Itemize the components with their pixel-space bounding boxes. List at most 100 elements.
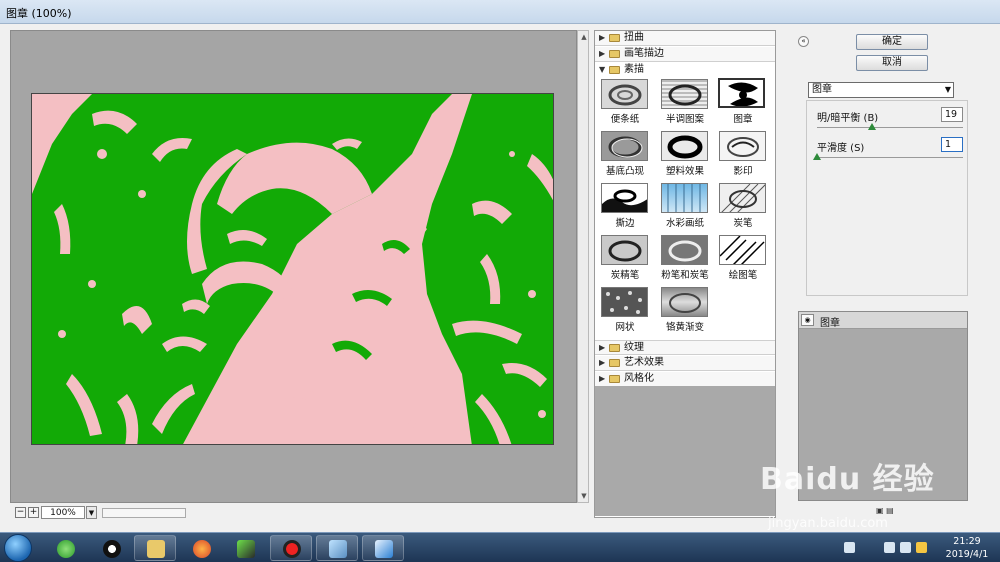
record-icon — [283, 540, 301, 558]
sketch-filter-thumbnails: 便条纸 半调图案 图章 基底凸现 塑料效果 影印 撕边 水彩画纸 炭笔 炭精笔 … — [595, 77, 775, 367]
chevron-down-icon: ▼ — [944, 85, 951, 94]
zoom-level-field[interactable]: 100% — [41, 506, 85, 519]
video-app-icon — [237, 540, 255, 558]
filter-chrome[interactable]: 铬黄渐变 — [657, 285, 713, 335]
category-stylize[interactable]: ▶ 风格化 — [595, 372, 775, 387]
gallery-empty-area — [595, 386, 775, 516]
network-icon[interactable] — [884, 542, 895, 553]
zoom-out-button[interactable]: − — [15, 507, 26, 518]
taskbar-app-recorder[interactable] — [270, 535, 312, 561]
preview-image — [31, 93, 554, 445]
filter-conte-crayon[interactable]: 炭精笔 — [597, 233, 653, 283]
zoom-in-button[interactable]: + — [28, 507, 39, 518]
preview-vertical-scrollbar[interactable]: ▲ ▼ — [577, 30, 589, 503]
filter-thumbnail — [661, 79, 708, 109]
filter-bas-relief[interactable]: 基底凸现 — [597, 129, 653, 179]
filter-thumbnail — [661, 183, 708, 213]
zoom-dropdown-icon[interactable]: ▼ — [86, 506, 97, 519]
preview-horizontal-scrollbar[interactable] — [102, 508, 186, 518]
ok-button[interactable]: 确定 — [856, 34, 928, 50]
filter-thumbnail — [719, 183, 766, 213]
filter-charcoal[interactable]: 炭笔 — [715, 181, 771, 231]
stamp-effect-image — [32, 94, 553, 444]
filter-halftone-pattern[interactable]: 半调图案 — [657, 77, 713, 127]
clock[interactable]: 21:29 2019/4/1 — [940, 535, 994, 561]
clock-time: 21:29 — [953, 536, 981, 547]
eye-icon[interactable]: ◉ — [801, 314, 814, 326]
folder-icon — [609, 34, 620, 42]
filter-thumbnail — [601, 287, 648, 317]
smoothness-label: 平滑度 (S) — [817, 143, 865, 154]
scroll-up-icon[interactable]: ▲ — [579, 32, 589, 42]
folder-icon — [609, 344, 620, 352]
filter-select[interactable]: 图章 ▼ — [808, 82, 954, 98]
window-icon — [329, 540, 347, 558]
taskbar-app-photoshop[interactable] — [362, 535, 404, 561]
filter-stamp-selected[interactable]: 图章 — [715, 77, 771, 127]
effect-layer-row[interactable]: ◉ 图章 — [799, 312, 967, 329]
filter-reticulation[interactable]: 网状 — [597, 285, 653, 335]
taskbar-app-window[interactable] — [316, 535, 358, 561]
system-tray — [838, 537, 938, 559]
filter-chalk-charcoal[interactable]: 粉笔和炭笔 — [657, 233, 713, 283]
filter-water-paper[interactable]: 水彩画纸 — [657, 181, 713, 231]
firefox-icon — [193, 540, 211, 558]
light-dark-balance-slider-handle[interactable] — [868, 123, 877, 130]
filter-thumbnail — [661, 235, 708, 265]
keyboard-icon[interactable] — [844, 542, 855, 553]
collapsed-arrow-icon: ▶ — [599, 374, 606, 383]
folder-icon — [147, 540, 165, 558]
filter-select-value: 图章 — [812, 84, 832, 95]
taskbar: 21:29 2019/4/1 — [0, 532, 1000, 562]
effect-layer-name: 图章 — [820, 318, 840, 329]
light-dark-balance-slider-track[interactable] — [817, 127, 963, 128]
cancel-button[interactable]: 取消 — [856, 55, 928, 71]
filter-photocopy[interactable]: 影印 — [715, 129, 771, 179]
scroll-down-icon[interactable]: ▼ — [579, 491, 589, 501]
taskbar-app-firefox[interactable] — [180, 535, 222, 561]
category-distort[interactable]: ▶ 扭曲 — [595, 31, 775, 46]
watermark-brand: Baidu 经验 — [760, 462, 935, 497]
category-brush-strokes[interactable]: ▶ 画笔描边 — [595, 47, 775, 62]
filter-torn-edges[interactable]: 撕边 — [597, 181, 653, 231]
filter-thumbnail — [601, 131, 648, 161]
taskbar-app-explorer[interactable] — [134, 535, 176, 561]
folder-icon — [609, 375, 620, 383]
start-button[interactable] — [4, 534, 32, 562]
collapsed-arrow-icon: ▶ — [599, 33, 606, 42]
clock-date: 2019/4/1 — [945, 549, 989, 560]
category-artistic[interactable]: ▶ 艺术效果 — [595, 356, 775, 371]
filter-plaster[interactable]: 塑料效果 — [657, 129, 713, 179]
filter-gallery-list: ▶ 扭曲 ▶ 画笔描边 ▼ 素描 便条纸 半调图案 图章 基底凸现 塑料效果 影… — [594, 30, 776, 518]
watermark-url: jingyan.baidu.com — [768, 516, 888, 531]
volume-icon[interactable] — [900, 542, 911, 553]
filter-thumbnail — [718, 78, 765, 108]
qq-icon — [103, 540, 121, 558]
filter-parameters: 明/暗平衡 (B) 19 平滑度 (S) 1 — [806, 100, 968, 296]
smoothness-slider-track[interactable] — [817, 157, 963, 158]
collapsed-arrow-icon: ▶ — [599, 343, 606, 352]
baidu-watermark: Baidu 经验 jingyan.baidu.com — [760, 446, 990, 532]
preview-area[interactable] — [10, 30, 577, 503]
taskbar-app-browser[interactable] — [44, 535, 86, 561]
taskbar-app-video[interactable] — [224, 535, 266, 561]
collapsed-arrow-icon: ▶ — [599, 358, 606, 367]
filter-graphic-pen[interactable]: 绘图笔 — [715, 233, 771, 283]
browser-icon — [57, 540, 75, 558]
expanded-arrow-icon: ▼ — [599, 65, 606, 74]
category-texture[interactable]: ▶ 纹理 — [595, 340, 775, 355]
notification-icon[interactable] — [916, 542, 927, 553]
filter-thumbnail — [601, 235, 648, 265]
filter-thumbnail — [601, 183, 648, 213]
window-title: 图章 (100%) — [6, 7, 72, 20]
smoothness-slider-handle[interactable] — [813, 153, 821, 160]
filter-thumbnail — [719, 131, 766, 161]
folder-open-icon — [609, 66, 620, 74]
category-sketch[interactable]: ▼ 素描 — [595, 63, 775, 78]
light-dark-balance-input[interactable]: 19 — [941, 107, 963, 122]
taskbar-app-qq[interactable] — [90, 535, 132, 561]
filter-note-paper[interactable]: 便条纸 — [597, 77, 653, 127]
smoothness-input[interactable]: 1 — [941, 137, 963, 152]
collapse-gallery-icon[interactable]: « — [798, 36, 809, 47]
light-dark-balance-label: 明/暗平衡 (B) — [817, 113, 879, 124]
